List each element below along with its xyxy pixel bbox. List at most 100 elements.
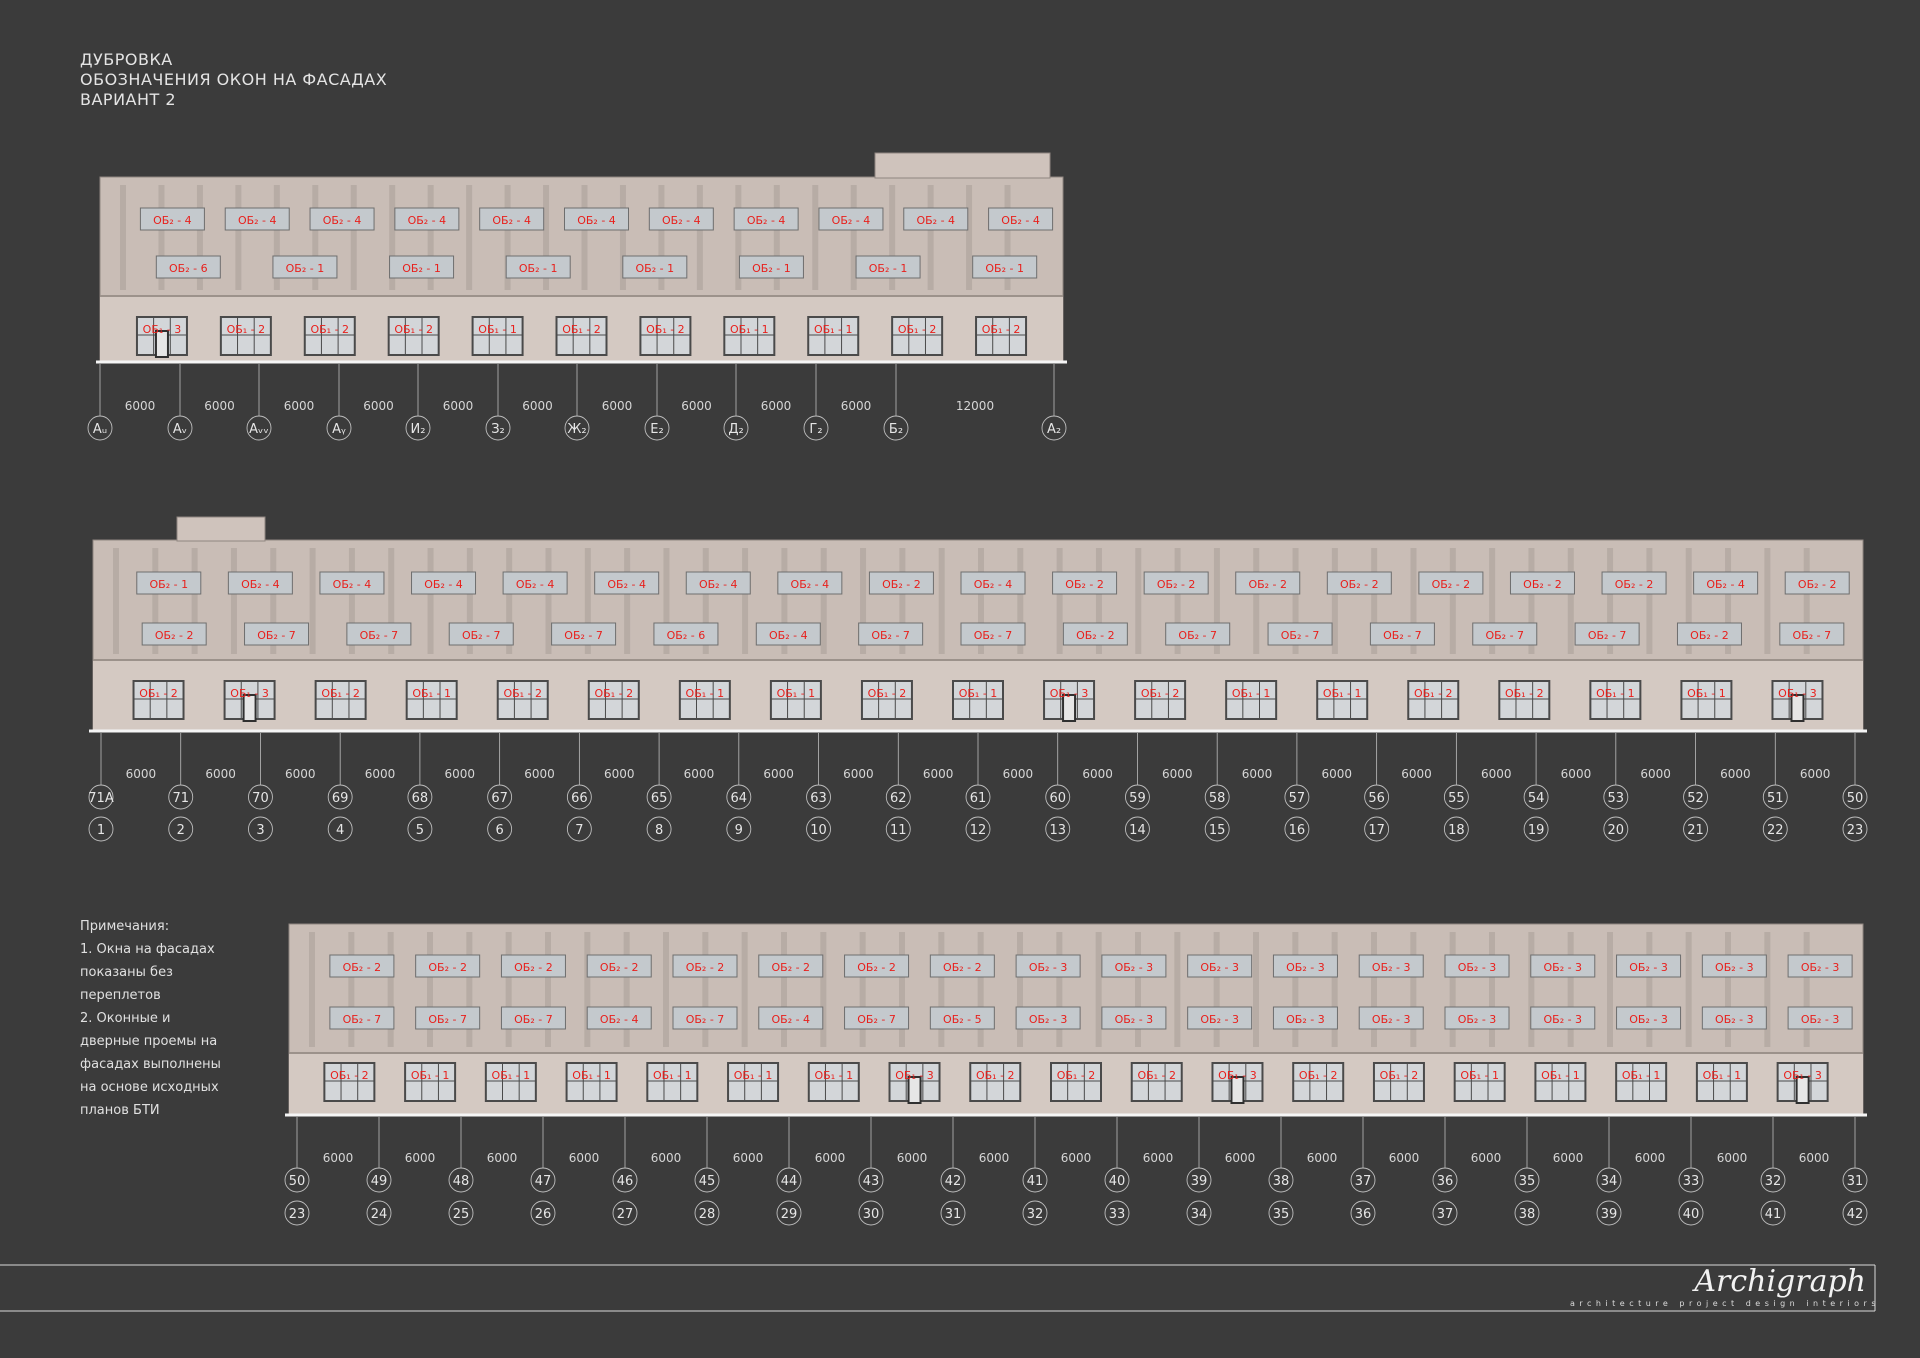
pilaster [938, 548, 945, 654]
axis-label: 48 [453, 1174, 470, 1189]
notes-block: Примечания: 1. Окна на фасадах показаны … [80, 915, 270, 1122]
axis-label-secondary: 39 [1601, 1207, 1618, 1222]
ground-window: ОБ₁ - 2 [1292, 1062, 1345, 1102]
window-label: ОБ₂ - 7 [360, 629, 399, 642]
pilaster [1331, 932, 1338, 1047]
window-label: ОБ₂ - 7 [1588, 629, 1627, 642]
axis-label-secondary: 1 [97, 823, 105, 838]
axis-label-secondary: 24 [371, 1207, 388, 1222]
dimension-label: 6000 [1003, 767, 1034, 781]
dimension-label: 6000 [1635, 1151, 1666, 1165]
dimension-label: 6000 [1061, 1151, 1092, 1165]
pilaster [1056, 548, 1063, 654]
window-label: ОБ₂ - 2 [771, 961, 810, 974]
dimension-label: 6000 [602, 399, 633, 413]
window-label: ОБ₂ - 1 [752, 262, 791, 275]
ground-window: ОБ₁ - 2 [1050, 1062, 1102, 1102]
window-label: ОБ₂ - 3 [1715, 1013, 1754, 1026]
window-label: ОБ₂ - 7 [428, 1013, 467, 1026]
axis-label: И₂ [411, 422, 426, 437]
axis-label: 58 [1209, 791, 1226, 806]
axis-label-secondary: 32 [1027, 1207, 1044, 1222]
window-label: ОБ₂ - 2 [1248, 578, 1287, 591]
window-label: ОБ₂ - 7 [1281, 629, 1320, 642]
window-label: ОБ₁ - 1 [492, 1069, 531, 1082]
axis-label: 57 [1289, 791, 1306, 806]
axis-label: 50 [1847, 791, 1864, 806]
pilaster [545, 932, 551, 1047]
axis-label: Аᵧ [332, 422, 346, 437]
window-label: ОБ₂ - 4 [153, 214, 192, 227]
dimension-label: 6000 [1717, 1151, 1748, 1165]
window-label: ОБ₂ - 1 [985, 262, 1024, 275]
axis-label-secondary: 19 [1528, 823, 1545, 838]
dimension-label: 6000 [843, 767, 874, 781]
axis-label: 54 [1528, 791, 1545, 806]
pilaster [1331, 548, 1338, 654]
window-label: ОБ₂ - 3 [1029, 961, 1068, 974]
pilaster [1095, 932, 1102, 1047]
pilaster [938, 932, 945, 1047]
window-label: ОБ₂ - 7 [1485, 629, 1524, 642]
ground-window: ОБ₁ - 2 [860, 680, 913, 720]
window-label: ОБ₂ - 2 [343, 961, 382, 974]
axis-label-secondary: 38 [1519, 1207, 1536, 1222]
ground-window: ОБ₁ - 1 [1453, 1062, 1506, 1102]
axis-label-secondary: 25 [453, 1207, 470, 1222]
ground-window: ОБ₁ - 3 [1043, 680, 1096, 722]
pilaster [1056, 932, 1063, 1047]
window-label: ОБ₂ - 3 [1629, 1013, 1668, 1026]
pilaster [584, 932, 591, 1047]
axis-label: 52 [1687, 791, 1704, 806]
pilaster [581, 185, 588, 290]
axis-label: 61 [970, 791, 987, 806]
window-label: ОБ₁ - 1 [686, 687, 725, 700]
window-label: ОБ₁ - 1 [1687, 687, 1726, 700]
ground-window: ОБ₁ - 2 [314, 680, 367, 720]
dimension-label: 6000 [1640, 767, 1671, 781]
axis-label: 35 [1519, 1174, 1536, 1189]
axis-label: 63 [810, 791, 827, 806]
dimension-label: 6000 [285, 767, 316, 781]
dimension-label: 6000 [444, 767, 475, 781]
window-label: ОБ₂ - 7 [857, 1013, 896, 1026]
pilaster [1489, 932, 1495, 1047]
dimension-label: 6000 [363, 399, 394, 413]
pilaster [781, 932, 787, 1047]
window-label: ОБ₁ - 2 [1141, 687, 1180, 700]
window-label: ОБ₁ - 2 [1380, 1069, 1419, 1082]
window-label: ОБ₂ - 3 [1200, 961, 1239, 974]
ground-window: ОБ₁ - 2 [587, 680, 640, 720]
ground-window: ОБ₁ - 2 [1130, 1062, 1183, 1102]
dimension-label: 6000 [1800, 767, 1831, 781]
dimension-label: 6000 [522, 399, 553, 413]
axis-label: Ж₂ [567, 422, 586, 437]
ground-window: ОБ₁ - 3 [135, 316, 188, 358]
window-label: ОБ₂ - 7 [1793, 629, 1832, 642]
axis-label-secondary: 42 [1847, 1207, 1864, 1222]
window-label: ОБ₂ - 2 [1157, 578, 1196, 591]
ground-window: ОБ₁ - 2 [891, 316, 944, 356]
ground-window: ОБ₁ - 1 [723, 316, 776, 356]
axis-label: 51 [1767, 791, 1784, 806]
pilaster [623, 932, 630, 1047]
window-label: ОБ₁ - 1 [1541, 1069, 1580, 1082]
axis-label-secondary: 23 [289, 1207, 306, 1222]
axis-label-secondary: 31 [945, 1207, 962, 1222]
window-label: ОБ₂ - 3 [1458, 1013, 1497, 1026]
pilaster [1135, 548, 1142, 654]
window-label: ОБ₂ - 7 [686, 1013, 725, 1026]
window-label: ОБ₁ - 2 [330, 1069, 369, 1082]
ground-window: ОБ₁ - 2 [639, 316, 692, 356]
axis-label: 49 [371, 1174, 388, 1189]
window-label: ОБ₁ - 1 [1232, 687, 1271, 700]
axis-label-secondary: 33 [1109, 1207, 1126, 1222]
window-label: ОБ₁ - 2 [1299, 1069, 1338, 1082]
ground-window: ОБ₁ - 1 [769, 680, 822, 720]
pilaster [663, 932, 669, 1047]
axis-label-secondary: 20 [1608, 823, 1625, 838]
notes-line: 2. Оконные и [80, 1011, 171, 1026]
axis-label: 50 [289, 1174, 306, 1189]
window-label: ОБ₁ - 2 [646, 323, 685, 336]
dimension-label: 6000 [524, 767, 555, 781]
